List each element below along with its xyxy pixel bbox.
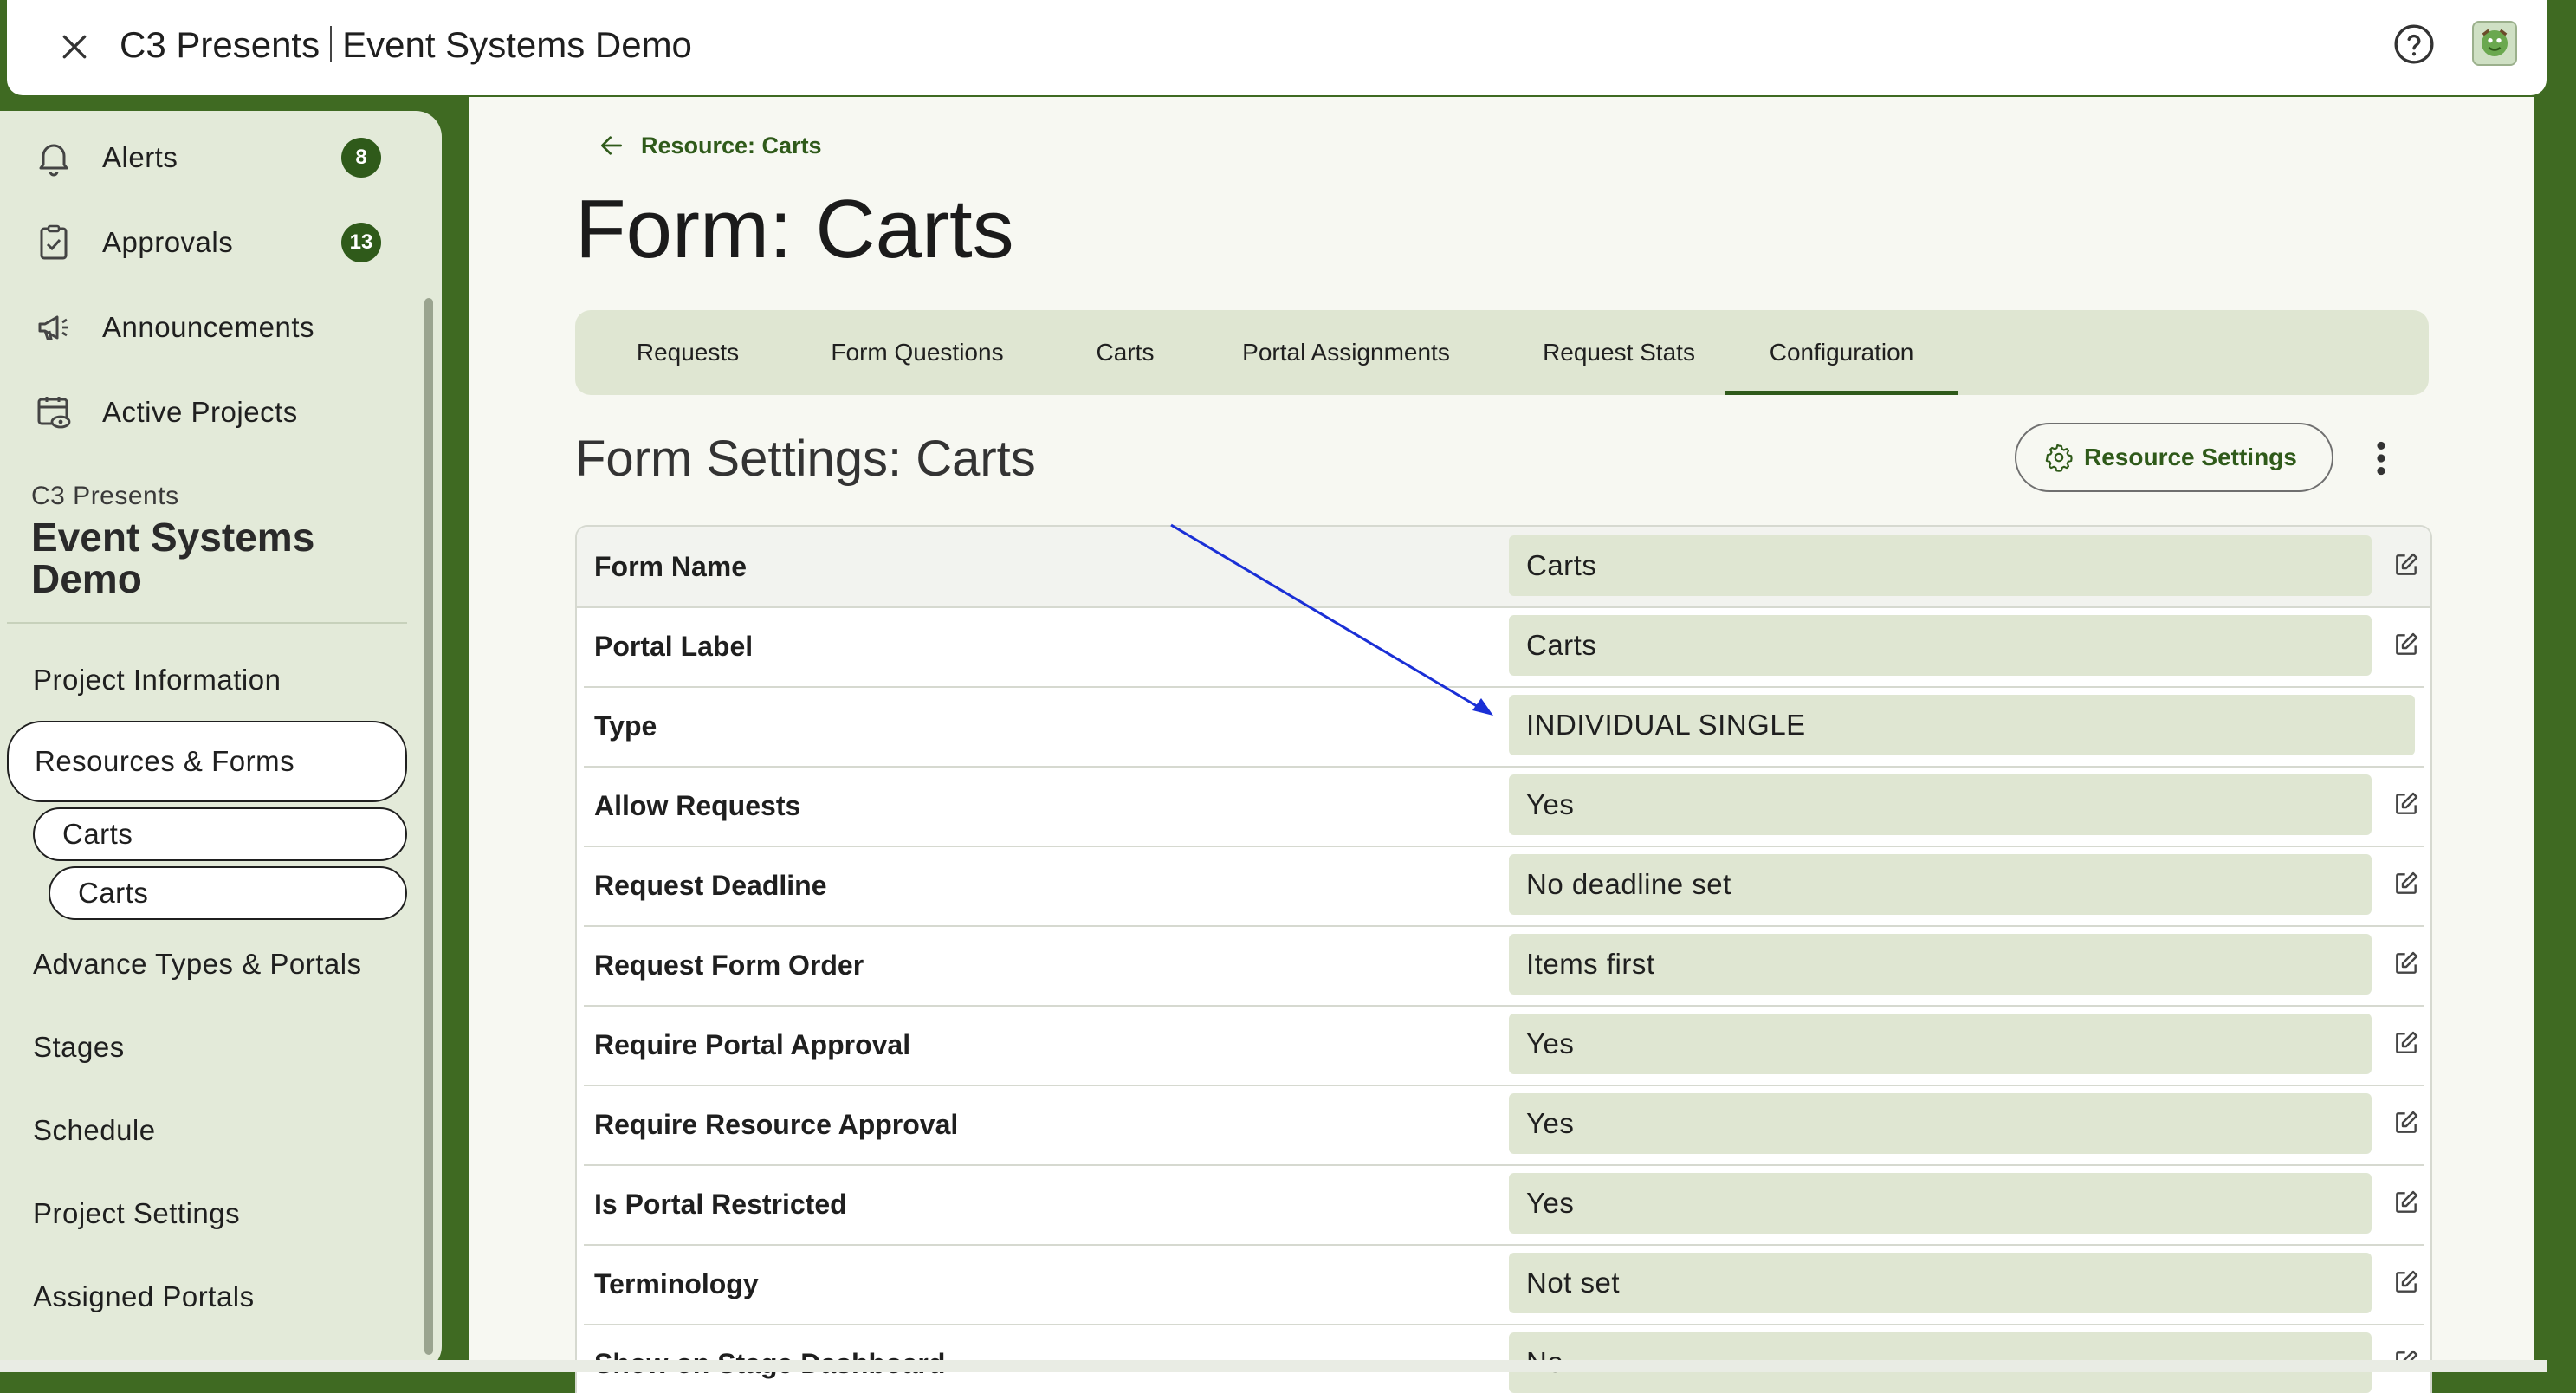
sidebar-link-project-settings[interactable]: Project Settings [33, 1197, 240, 1230]
setting-key: Request Deadline [594, 870, 827, 901]
more-options-icon[interactable] [2366, 437, 2396, 480]
table-row: Allow Requests Yes [584, 766, 2424, 847]
table-row: Require Portal Approval Yes [584, 1005, 2424, 1086]
sidebar-org-name: C3 Presents [31, 482, 179, 510]
section-title: Form Settings: Carts [575, 431, 1036, 487]
sidebar-link-label: Carts [62, 818, 133, 850]
tab-form-questions[interactable]: Form Questions [792, 310, 1043, 395]
edit-icon[interactable] [2392, 1268, 2420, 1296]
setting-value: Yes [1509, 774, 2372, 835]
edit-icon[interactable] [2392, 631, 2420, 658]
main-content: Resource: Carts Form: Carts Requests For… [469, 97, 2534, 1393]
tab-requests[interactable]: Requests [610, 310, 766, 395]
edit-icon[interactable] [2392, 949, 2420, 977]
setting-value: Items first [1509, 934, 2372, 995]
sidebar-scrollbar[interactable] [424, 298, 433, 1355]
page-title: Form: Carts [575, 183, 1014, 275]
sidebar: Alerts 8 Approvals 13 Announcements Acti… [0, 111, 442, 1372]
edit-icon[interactable] [2392, 1029, 2420, 1057]
setting-value: INDIVIDUAL SINGLE [1509, 695, 2415, 755]
edit-icon[interactable] [2392, 1109, 2420, 1137]
tab-carts[interactable]: Carts [1069, 310, 1181, 395]
setting-value: Not set [1509, 1253, 2372, 1313]
sidebar-item-label: Approvals [102, 226, 234, 258]
sidebar-link-resources-forms[interactable]: Resources & Forms [7, 721, 407, 802]
setting-key: Portal Label [594, 631, 754, 662]
sidebar-link-stages[interactable]: Stages [33, 1031, 125, 1064]
sidebar-link-schedule[interactable]: Schedule [33, 1114, 156, 1147]
setting-key: Terminology [594, 1268, 759, 1299]
setting-key: Allow Requests [594, 790, 801, 821]
sidebar-item-label: Alerts [102, 141, 178, 173]
table-row: Is Portal Restricted Yes [584, 1164, 2424, 1246]
setting-key: Type [594, 710, 657, 742]
sidebar-divider [7, 622, 407, 624]
sidebar-link-project-information[interactable]: Project Information [33, 664, 281, 696]
table-row: Form Name Carts [577, 527, 2430, 608]
alerts-count-badge: 8 [341, 138, 381, 178]
sidebar-item-label: Announcements [102, 311, 314, 343]
setting-key: Form Name [594, 551, 748, 582]
setting-value: Yes [1509, 1014, 2372, 1074]
sidebar-item-approvals[interactable]: Approvals 13 [0, 208, 407, 277]
table-row: Require Resource Approval Yes [584, 1085, 2424, 1166]
approvals-count-badge: 13 [341, 223, 381, 262]
top-bar: C3 Presents Event Systems Demo [7, 0, 2547, 95]
setting-value: Carts [1509, 615, 2372, 676]
table-row: Type INDIVIDUAL SINGLE [584, 686, 2424, 768]
close-icon[interactable] [52, 24, 97, 69]
sidebar-item-announcements[interactable]: Announcements [0, 293, 407, 362]
sidebar-link-assigned-portals[interactable]: Assigned Portals [33, 1280, 255, 1313]
sidebar-link-carts-form[interactable]: Carts [49, 866, 407, 920]
sidebar-item-alerts[interactable]: Alerts 8 [0, 123, 407, 192]
project-name: Event Systems Demo [342, 24, 692, 65]
tab-bar: Requests Form Questions Carts Portal Ass… [575, 310, 2429, 395]
back-link-label: Resource: Carts [641, 132, 822, 159]
edit-icon[interactable] [2392, 1189, 2420, 1216]
setting-value: Yes [1509, 1093, 2372, 1154]
clipboard-check-icon [40, 224, 68, 260]
edit-icon[interactable] [2392, 790, 2420, 818]
tab-request-stats[interactable]: Request Stats [1511, 310, 1727, 395]
avatar[interactable] [2472, 21, 2517, 66]
back-link[interactable]: Resource: Carts [598, 132, 822, 159]
sidebar-link-label: Carts [78, 877, 149, 909]
bell-icon [39, 144, 68, 177]
edit-icon[interactable] [2392, 551, 2420, 579]
sidebar-link-label: Resources & Forms [35, 745, 295, 777]
setting-value: No deadline set [1509, 854, 2372, 915]
sidebar-item-label: Active Projects [102, 396, 298, 428]
table-row: Portal Label Carts [584, 606, 2424, 688]
setting-key: Request Form Order [594, 949, 864, 981]
arrow-left-icon [601, 136, 622, 155]
org-name: C3 Presents [120, 24, 320, 65]
table-row: Request Deadline No deadline set [584, 846, 2424, 927]
setting-value: Carts [1509, 535, 2372, 596]
sidebar-item-active-projects[interactable]: Active Projects [0, 378, 407, 447]
calendar-eye-icon [37, 397, 71, 429]
resource-settings-button[interactable]: Resource Settings [2015, 423, 2333, 492]
setting-key: Require Resource Approval [594, 1109, 959, 1140]
setting-key: Is Portal Restricted [594, 1189, 847, 1220]
gear-icon [2045, 444, 2073, 472]
sidebar-link-carts-resource[interactable]: Carts [33, 807, 407, 861]
edit-icon[interactable] [2392, 870, 2420, 897]
tab-portal-assignments[interactable]: Portal Assignments [1207, 310, 1485, 395]
sidebar-link-advance-types[interactable]: Advance Types & Portals [33, 948, 362, 981]
app-title: C3 Presents Event Systems Demo [120, 21, 692, 69]
help-icon[interactable] [2392, 23, 2436, 66]
megaphone-icon [38, 315, 68, 340]
table-row: Terminology Not set [584, 1244, 2424, 1325]
tab-configuration[interactable]: Configuration [1725, 310, 1958, 395]
table-row: Show on Stage Dashboard No [584, 1324, 2424, 1393]
setting-value: Yes [1509, 1173, 2372, 1234]
sidebar-project-name: Event Systems Demo [31, 515, 315, 601]
bottom-edge [0, 1360, 2547, 1372]
resource-settings-label: Resource Settings [2084, 444, 2297, 470]
table-row: Request Form Order Items first [584, 925, 2424, 1007]
form-settings-table: Form Name Carts Portal Label Carts Type … [575, 525, 2432, 1393]
setting-key: Require Portal Approval [594, 1029, 911, 1060]
